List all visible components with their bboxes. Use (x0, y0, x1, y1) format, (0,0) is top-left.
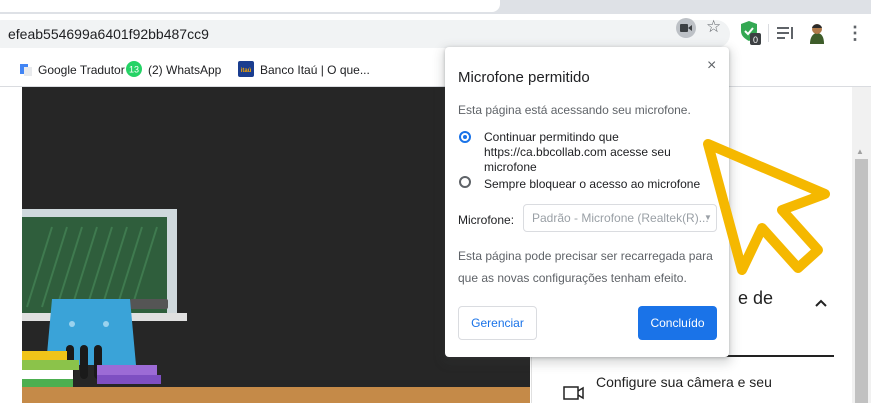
option-allow-label[interactable]: Continuar permitindo que https://ca.bbco… (484, 130, 714, 175)
google-translate-icon (20, 62, 32, 79)
chevron-up-icon[interactable] (813, 295, 829, 311)
whatsapp-badge: 13 (129, 64, 139, 74)
microphone-select[interactable]: Padrão - Microfone (Realtek(R)... ▼ (523, 204, 717, 232)
microphone-permission-popup: Microfone permitido × Esta página está a… (445, 47, 729, 357)
scrollbar-thumb[interactable] (855, 159, 868, 403)
popup-title: Microfone permitido (458, 69, 590, 86)
manage-button[interactable]: Gerenciar (458, 306, 537, 340)
bookmark-star-icon[interactable]: ☆ (706, 17, 721, 37)
itau-icon-text: itaú (241, 68, 252, 74)
reload-note: Esta página pode precisar ser recarregad… (458, 249, 713, 285)
bookmarks-bar: Google Tradutor 13 (2) WhatsApp itaú Ban… (0, 54, 871, 87)
bookmark-label: (2) WhatsApp (148, 63, 222, 77)
done-button[interactable]: Concluído (638, 306, 717, 340)
profile-avatar[interactable] (804, 20, 830, 46)
bookmark-whatsapp[interactable]: 13 (2) WhatsApp (126, 54, 221, 86)
cursor-arrow-icon (703, 139, 830, 275)
camera-mic-icon (562, 383, 584, 403)
option-block-label[interactable]: Sempre bloquear o acesso ao microfone (484, 177, 700, 192)
itau-icon: itaú (238, 60, 254, 80)
url-text[interactable]: efeab554699a6401f92bb487cc9 (8, 20, 209, 48)
microphone-select-value: Padrão - Microfone (Realtek(R)... (532, 211, 709, 225)
address-bar[interactable]: efeab554699a6401f92bb487cc9 (0, 20, 730, 48)
popup-description: Esta página está acessando seu microfone… (458, 103, 691, 117)
chrome-menu-icon[interactable]: ⋮ (846, 23, 864, 43)
bookmark-banco-itau[interactable]: itaú Banco Itaú | O que... (238, 54, 370, 86)
microphone-label: Microfone: (458, 213, 515, 227)
tab-strip (0, 0, 871, 14)
extension-badge: 0 (753, 35, 758, 45)
scroll-up-arrow-icon[interactable]: ▲ (856, 147, 864, 156)
browser-toolbar: efeab554699a6401f92bb487cc9 ☆ 0 ⋮ (0, 14, 871, 54)
toolbar-divider (768, 24, 769, 42)
bookmark-google-tradutor[interactable]: Google Tradutor (20, 54, 125, 86)
page-left-margin (0, 87, 22, 403)
bookmark-label: Google Tradutor (38, 63, 125, 77)
radio-allow[interactable] (459, 131, 471, 143)
active-tab[interactable] (0, 0, 500, 12)
close-icon[interactable]: × (707, 57, 716, 75)
camera-icon[interactable] (676, 18, 696, 38)
card-heading: e de (738, 288, 774, 308)
whatsapp-icon: 13 (126, 60, 142, 80)
card-description: Configure sua câmera e seu (596, 374, 772, 390)
radio-block[interactable] (459, 176, 471, 188)
reading-list-icon[interactable] (775, 22, 797, 44)
bookmark-label: Banco Itaú | O que... (260, 63, 370, 77)
extension-shield-icon[interactable]: 0 (740, 20, 762, 46)
